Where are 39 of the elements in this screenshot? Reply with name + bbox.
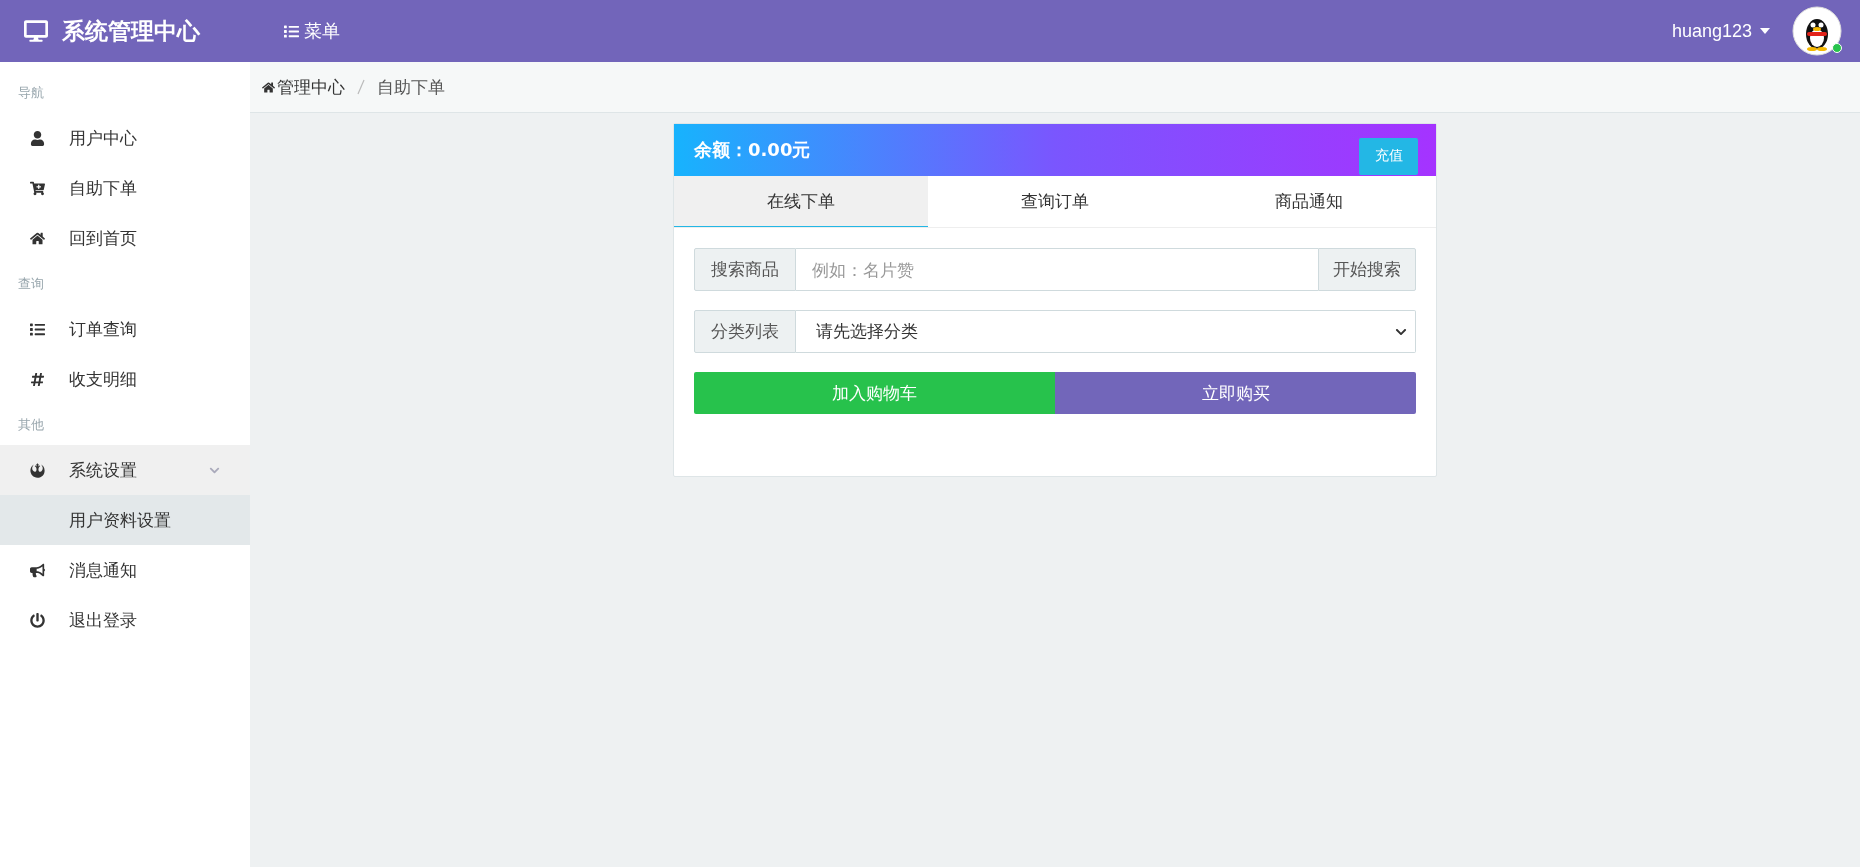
breadcrumb-link[interactable]: 管理中心 xyxy=(262,75,345,99)
sidebar-item[interactable]: 订单查询 xyxy=(0,304,250,354)
monitor-icon xyxy=(24,19,48,43)
sidebar-subitem[interactable]: 用户资料设置 xyxy=(0,495,250,545)
tab[interactable]: 在线下单 xyxy=(674,176,928,227)
breadcrumb-current: 自助下单 xyxy=(377,75,445,99)
balance-text: 余额：0.00元 xyxy=(694,138,811,162)
sidebar-item[interactable]: 用户中心 xyxy=(0,113,250,163)
sidebar-item[interactable]: 自助下单 xyxy=(0,163,250,213)
menu-item-icon xyxy=(30,230,45,246)
caret-icon xyxy=(1760,28,1770,34)
section-label: 查询 xyxy=(17,275,45,293)
menu-item-icon xyxy=(30,180,45,196)
menu-icon xyxy=(284,23,299,39)
search-button[interactable]: 开始搜索 xyxy=(1318,248,1416,291)
category-label: 分类列表 xyxy=(694,310,796,353)
app-title: 系统管理中心 xyxy=(62,16,200,46)
category-select[interactable]: 请先选择分类 xyxy=(796,310,1416,353)
user-menu[interactable]: huang123 xyxy=(1665,19,1776,43)
menu-item-icon xyxy=(30,562,45,578)
menu-item-icon xyxy=(30,371,45,387)
menu-item-icon xyxy=(30,321,45,337)
section-label: 导航 xyxy=(17,84,45,102)
search-label: 搜索商品 xyxy=(694,248,796,291)
menu-item-icon xyxy=(30,130,45,146)
section-label: 其他 xyxy=(17,416,45,434)
home-icon xyxy=(262,80,275,94)
breadcrumb-separator xyxy=(357,79,365,95)
search-field[interactable]: 例如：名片赞 xyxy=(796,248,1318,291)
sidebar-item[interactable]: 消息通知 xyxy=(0,545,250,595)
menu-item-icon xyxy=(30,612,45,628)
sidebar-item[interactable]: 回到首页 xyxy=(0,213,250,263)
buy-now-button[interactable]: 立即购买 xyxy=(1055,372,1416,414)
sidebar-item[interactable]: 收支明细 xyxy=(0,354,250,404)
sidebar-item[interactable]: 退出登录 xyxy=(0,595,250,645)
menu-button[interactable]: 菜单 xyxy=(250,13,374,49)
menu-item-icon xyxy=(30,462,45,478)
sidebar-item[interactable]: 系统设置 xyxy=(0,445,250,495)
penguin-avatar-icon[interactable] xyxy=(1792,6,1842,56)
